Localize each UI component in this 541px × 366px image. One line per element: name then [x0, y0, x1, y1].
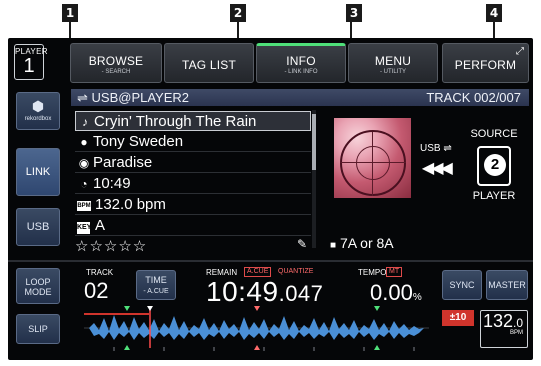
person-icon: ● — [80, 135, 88, 149]
comment-icon: ■ — [330, 240, 337, 251]
track-bpm: 132.0 bpm — [95, 196, 166, 213]
master-button[interactable]: MASTER — [486, 270, 528, 300]
source-path: USB@PLAYER2 — [91, 90, 190, 105]
tag-list-label: TAG LIST — [181, 58, 237, 72]
menu-sublabel: - UTILITY — [379, 69, 406, 75]
browse-label: BROWSE — [88, 54, 144, 68]
info-label: INFO — [286, 54, 316, 68]
tempo-range-badge: ±10 — [442, 310, 474, 326]
disc-icon: ◉ — [78, 156, 90, 170]
source-player-number: 2 — [484, 154, 506, 176]
sync-button[interactable]: SYNC — [442, 270, 482, 300]
usb-transfer-indicator: USB ⇌ ◀◀◀ — [420, 143, 453, 178]
key-icon: KEY — [77, 222, 91, 234]
source-player-label: PLAYER — [472, 190, 516, 202]
expand-icon: ⤢ — [516, 46, 524, 57]
link-label: LINK — [25, 166, 51, 178]
usb-transfer-label: USB ⇌ — [420, 143, 452, 154]
browse-button[interactable]: BROWSE - SEARCH — [70, 43, 162, 83]
rating-row[interactable]: ☆☆☆☆☆ — [75, 237, 311, 257]
time-mode-sublabel: - A.CUE — [143, 288, 169, 295]
artwork-wheel-inner — [356, 146, 390, 180]
time-mode-button[interactable]: TIME - A.CUE — [136, 270, 176, 300]
track-artist: Tony Sweden — [93, 133, 184, 150]
source-indicator: SOURCE 2 PLAYER — [464, 128, 524, 202]
key-row[interactable]: KEY A — [75, 216, 311, 236]
menu-label: MENU — [374, 54, 412, 68]
bpm-decimal: .0 — [512, 316, 523, 330]
track-info-panel: ♪ Cryin' Through The Rain ● Tony Sweden ◉ P… — [71, 108, 319, 257]
track-album: Paradise — [93, 154, 153, 171]
perform-label: PERFORM — [454, 58, 517, 72]
time-mode-label: TIME — [145, 275, 167, 285]
info-sublabel: - LINK INFO — [284, 69, 318, 75]
mt-tag: MT — [386, 267, 403, 277]
artwork-spoke-h — [340, 162, 406, 163]
track-title: Cryin' Through The Rain — [94, 113, 257, 130]
bpm-icon: BPM — [77, 201, 91, 211]
callout-4: 4 — [486, 4, 502, 22]
track-label: TRACK — [86, 268, 114, 277]
music-note-icon: ♪ — [82, 115, 88, 129]
slip-button[interactable]: SLIP — [16, 314, 60, 344]
tag-list-button[interactable]: TAG LIST — [164, 43, 254, 83]
usb-icon: ⇌ — [77, 90, 92, 105]
track-time: 10:49 — [93, 175, 131, 192]
tempo-value: 0.00 — [370, 280, 413, 305]
edit-pencil-icon[interactable]: ✎ — [297, 237, 307, 251]
player-device-icon: 2 — [477, 146, 511, 186]
rekordbox-label: rekordbox — [24, 116, 52, 122]
quantize-label: QUANTIZE — [278, 268, 314, 275]
key-suggestion: ■ 7A or 8A — [330, 235, 394, 251]
player-number: 1 — [23, 55, 35, 77]
link-button[interactable]: LINK — [16, 148, 60, 196]
callout-3: 3 — [346, 4, 362, 22]
bpm-main: 132 — [482, 311, 513, 331]
tempo-label: TEMPO — [358, 268, 387, 277]
menu-button[interactable]: MENU - UTILITY — [348, 43, 438, 83]
rekordbox-icon: ⬢ — [31, 98, 45, 114]
bpm-row[interactable]: BPM 132.0 bpm — [75, 195, 311, 215]
callout-1: 1 — [62, 4, 78, 22]
source-label: SOURCE — [470, 128, 518, 140]
track-artwork — [334, 118, 411, 198]
path-bar: ⇌ USB@PLAYER2 TRACK 002/007 — [71, 89, 529, 106]
clock-icon: ◔ — [80, 177, 88, 191]
waveform-overview[interactable] — [84, 303, 429, 353]
rekordbox-button[interactable]: ⬢ rekordbox — [16, 92, 60, 130]
player-screen: PLAYER 1 BROWSE - SEARCH TAG LIST INFO -… — [8, 38, 533, 360]
track-counter: TRACK 002/007 — [426, 90, 521, 105]
album-row[interactable]: ◉ Paradise — [75, 153, 311, 173]
callout-2: 2 — [230, 4, 246, 22]
usb-label: USB — [26, 221, 50, 233]
perform-button[interactable]: PERFORM ⤢ — [442, 43, 529, 83]
rating-stars: ☆☆☆☆☆ — [75, 238, 148, 255]
title-row[interactable]: ♪ Cryin' Through The Rain — [75, 111, 311, 131]
divider — [8, 260, 533, 262]
track-key: A — [95, 217, 106, 234]
time-row[interactable]: ◔ 10:49 — [75, 174, 311, 194]
player-indicator: PLAYER 1 — [14, 44, 47, 80]
transfer-arrows-icon: ◀◀◀ — [421, 160, 453, 177]
scrollbar-thumb[interactable] — [312, 114, 316, 170]
artwork-spoke — [372, 132, 373, 196]
tempo-unit: % — [412, 292, 422, 303]
bpm-display: 132.0 BPM — [480, 310, 528, 348]
usb-button[interactable]: USB — [16, 208, 60, 246]
loop-mode-button[interactable]: LOOP MODE — [16, 268, 60, 304]
scrollbar[interactable] — [312, 110, 316, 248]
info-button[interactable]: INFO - LINK INFO — [256, 43, 346, 83]
key-suggestion-text: 7A or 8A — [339, 235, 394, 251]
browse-sublabel: - SEARCH — [101, 69, 131, 75]
track-number: 02 — [84, 278, 109, 303]
artist-row[interactable]: ● Tony Sweden — [75, 132, 311, 152]
